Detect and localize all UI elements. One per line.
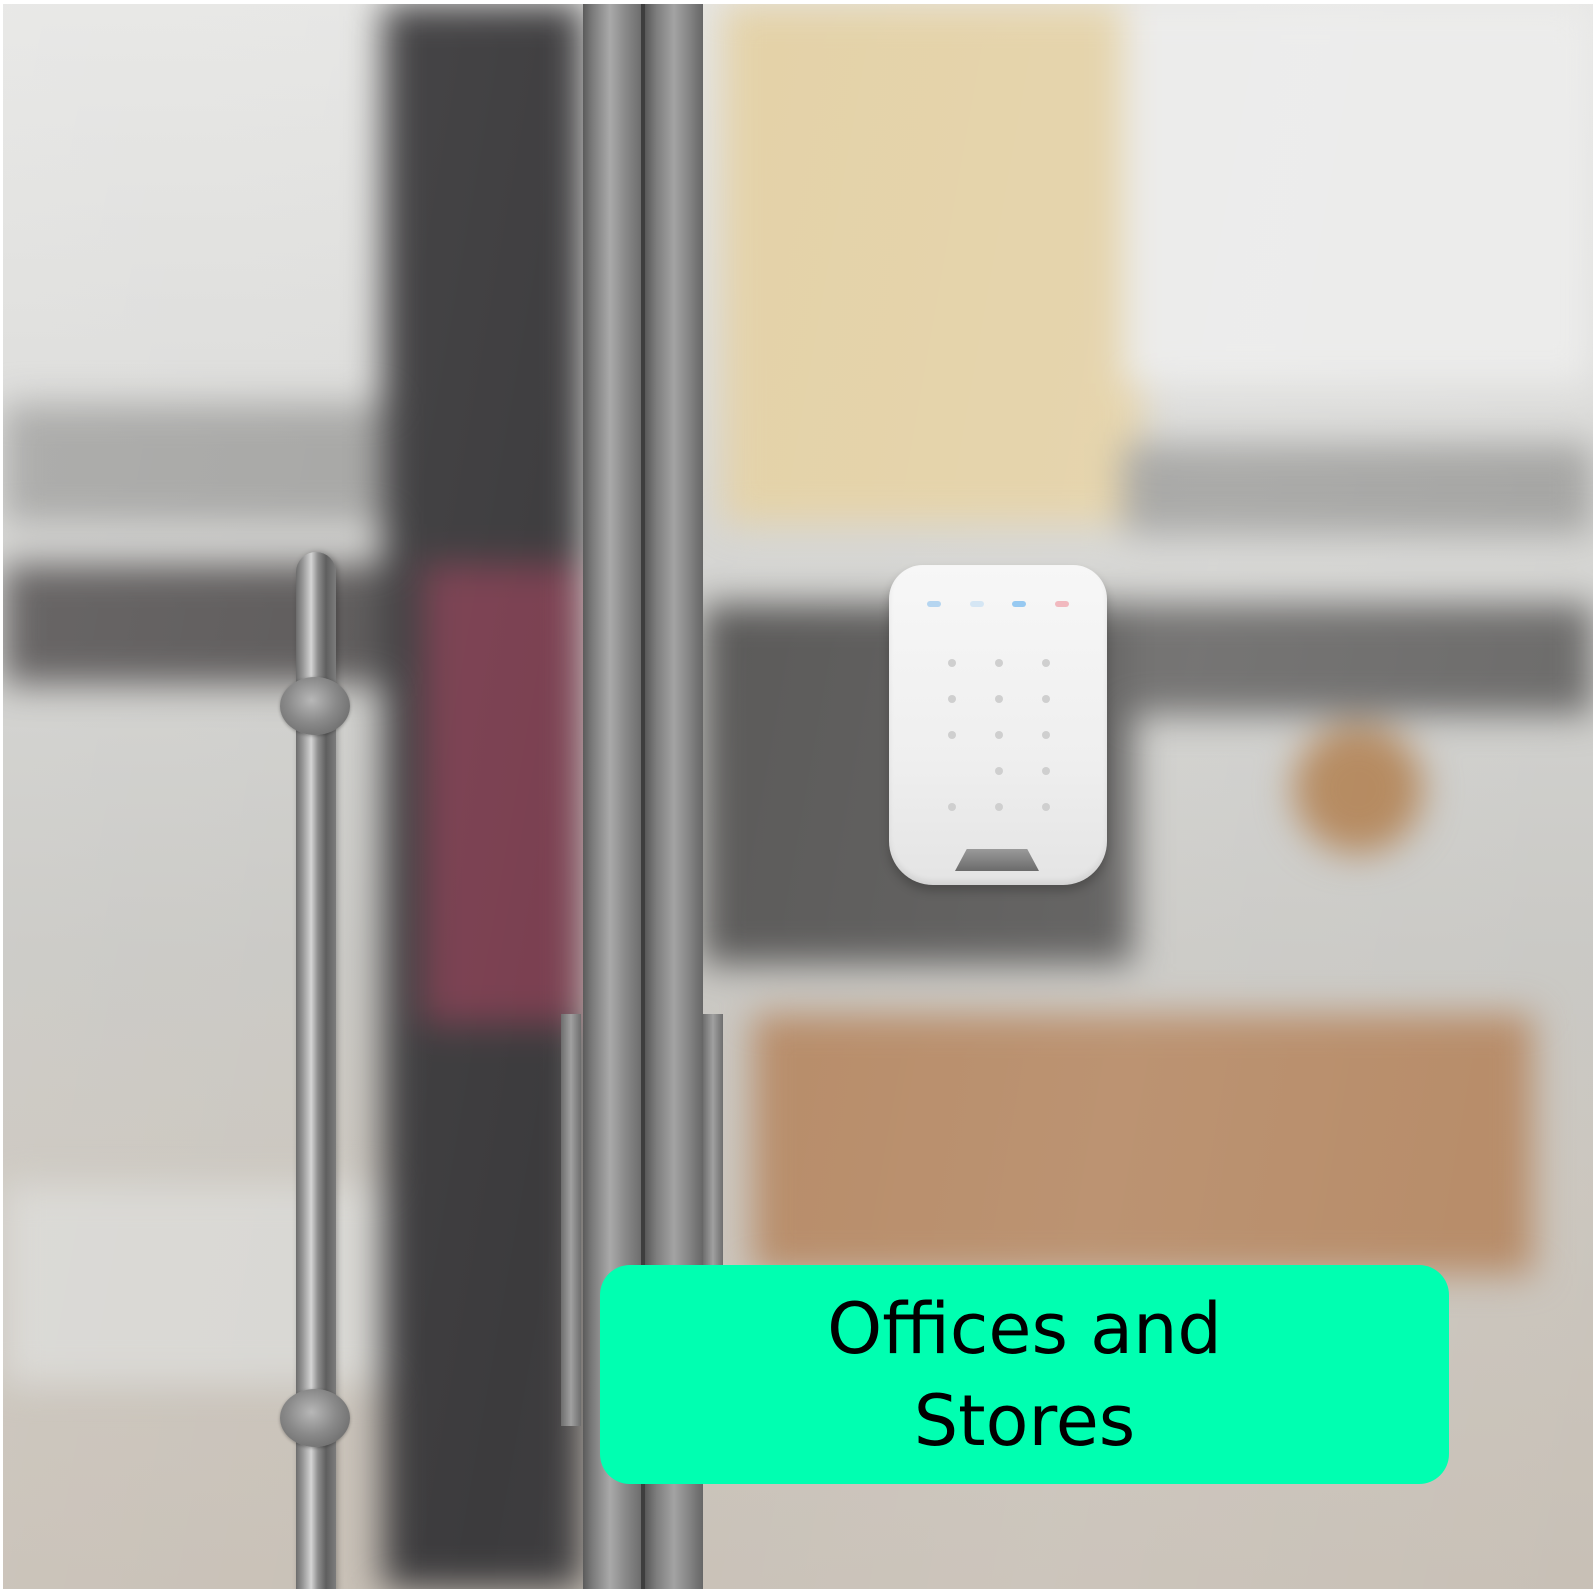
key-icon [1041, 695, 1050, 703]
key-icon [994, 659, 1003, 667]
led-icon [927, 601, 941, 607]
door-clamp-left [561, 1014, 581, 1426]
key-icon [994, 731, 1003, 739]
key-icon [1041, 767, 1050, 775]
key-icon [948, 803, 957, 811]
key-icon [948, 659, 957, 667]
key-icon [994, 803, 1003, 811]
led-icon [1012, 601, 1027, 607]
product-photo: Offices and Stores [3, 4, 1593, 1589]
caption-line-1: Offices and [827, 1287, 1222, 1370]
key-icon [1041, 731, 1050, 739]
led-icon [969, 601, 984, 607]
handle-mount-lower [280, 1389, 350, 1447]
handle-mount-upper [280, 677, 350, 735]
key-icon [1041, 803, 1050, 811]
security-keypad [889, 565, 1107, 885]
led-icon [1054, 601, 1069, 607]
caption-card: Offices and Stores [600, 1265, 1449, 1484]
caption-line-2: Stores [913, 1379, 1136, 1462]
keypad-logo-icon [955, 849, 1039, 871]
key-icon [948, 731, 957, 739]
key-icon [994, 695, 1003, 703]
keypad-buttons [929, 645, 1069, 825]
key-icon [948, 695, 957, 703]
keypad-status-leds [927, 601, 1069, 607]
key-icon [994, 767, 1003, 775]
key-icon [1041, 659, 1050, 667]
